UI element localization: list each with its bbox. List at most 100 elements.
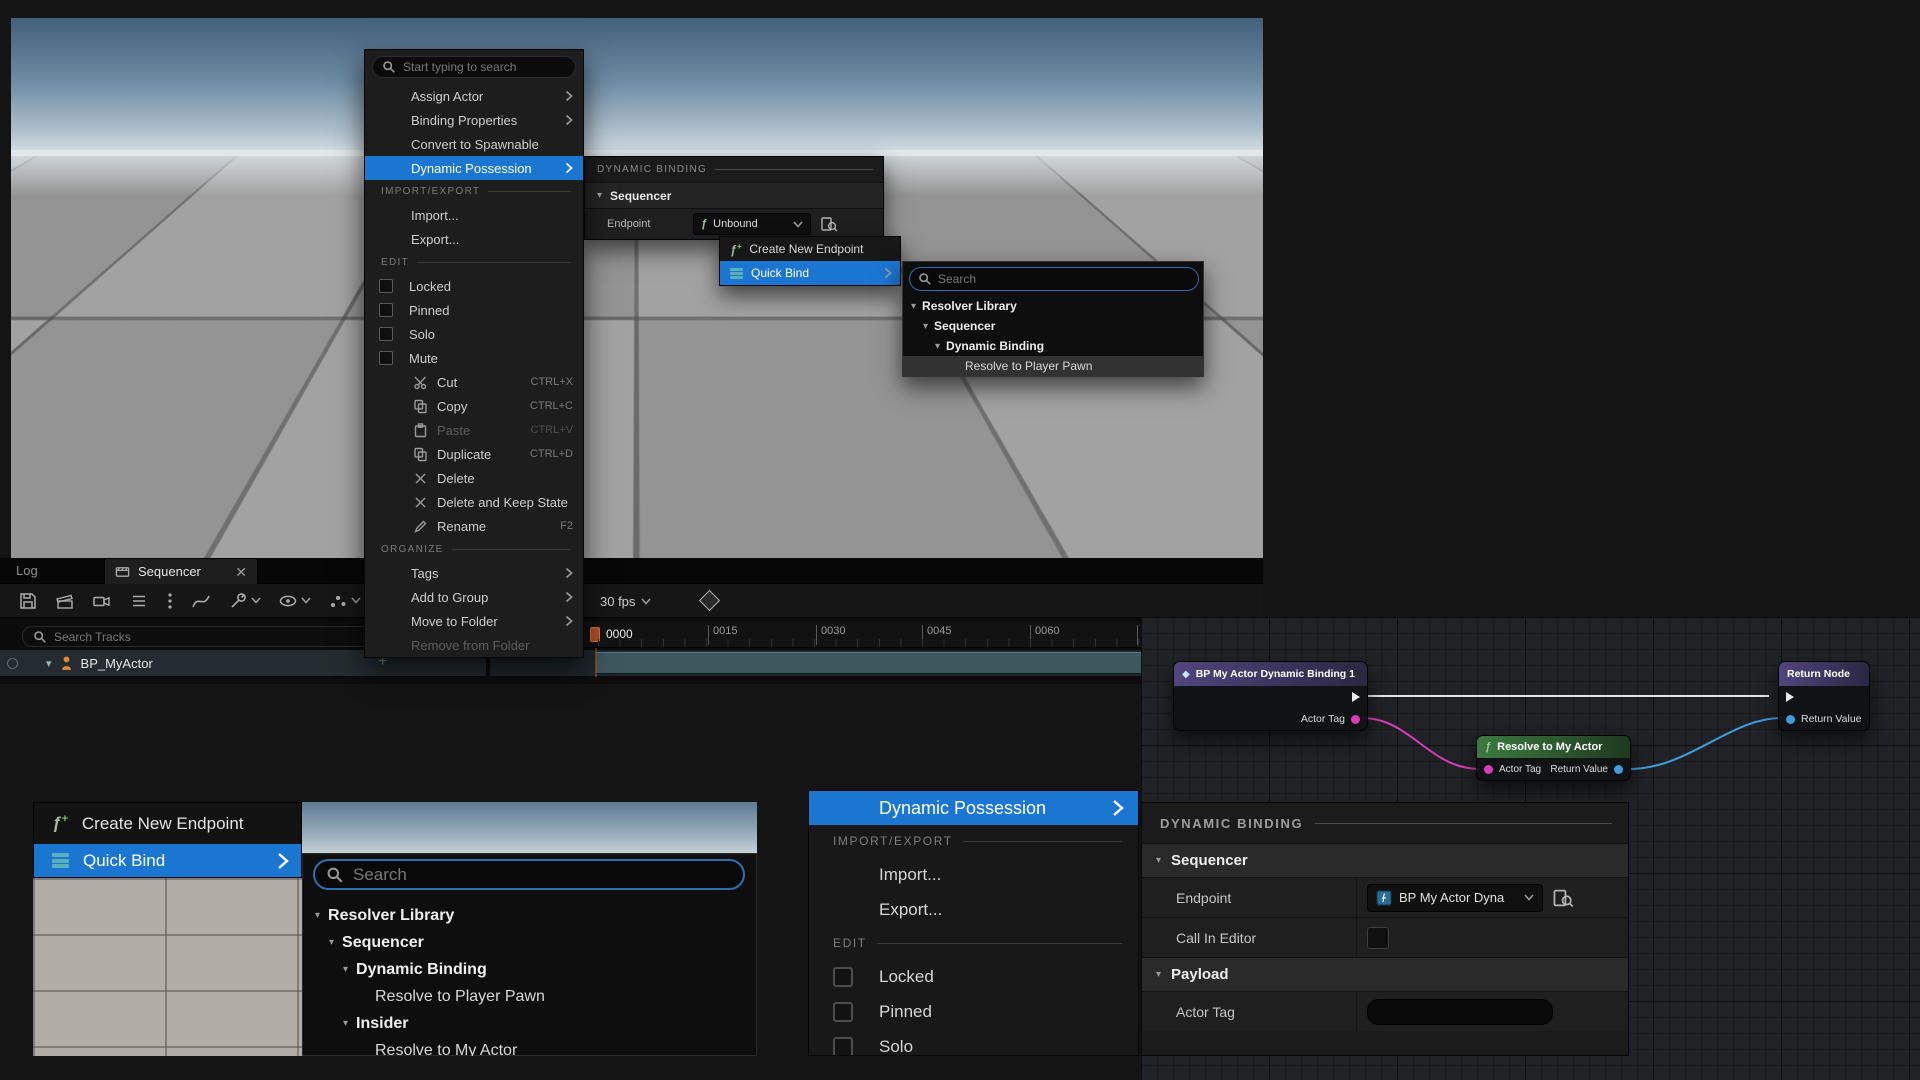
playhead-marker[interactable] bbox=[590, 627, 600, 642]
more-options-icon[interactable] bbox=[166, 591, 174, 611]
menu-item-dynamic-possession[interactable]: Dynamic Possession bbox=[809, 791, 1138, 825]
chevron-right-icon bbox=[565, 591, 573, 603]
quick-bind-search-input[interactable] bbox=[353, 865, 732, 885]
close-tab-icon[interactable]: ✕ bbox=[235, 565, 247, 579]
menu-item-rename[interactable]: Rename F2 bbox=[365, 514, 583, 538]
menu-item-solo[interactable]: Solo bbox=[809, 1029, 1138, 1056]
tree-item-dynamic-binding[interactable]: ▾ Dynamic Binding bbox=[303, 956, 756, 983]
menu-item-assign-actor[interactable]: Assign Actor bbox=[365, 84, 583, 108]
camera-icon[interactable] bbox=[92, 591, 112, 611]
call-in-editor-checkbox[interactable] bbox=[1367, 927, 1389, 949]
triangle-down-icon[interactable]: ▾ bbox=[923, 321, 928, 332]
checkbox[interactable] bbox=[379, 327, 393, 341]
timeline-ruler[interactable]: 0015 0030 0045 0060 00 0000 bbox=[490, 622, 1141, 648]
menu-item-mute[interactable]: Mute bbox=[365, 346, 583, 370]
tree-item-resolver-library[interactable]: ▾ Resolver Library bbox=[303, 902, 756, 929]
return-value-out-pin[interactable] bbox=[1614, 765, 1623, 774]
endpoint-dropdown[interactable]: ƒ Unbound bbox=[693, 213, 811, 235]
menu-item-dynamic-possession[interactable]: Dynamic Possession bbox=[365, 156, 583, 180]
resolve-function-node[interactable]: ƒ Resolve to My Actor Actor Tag Return V… bbox=[1476, 735, 1631, 781]
menu-item-label: Tags bbox=[411, 566, 438, 581]
checkbox[interactable] bbox=[833, 1037, 853, 1057]
actor-tag-input[interactable] bbox=[1367, 999, 1553, 1025]
menu-item-export[interactable]: Export... bbox=[365, 227, 583, 251]
menu-search-input[interactable] bbox=[403, 60, 566, 74]
track-state-icon[interactable] bbox=[7, 658, 18, 669]
triangle-down-icon[interactable]: ▾ bbox=[935, 341, 940, 352]
curve-editor-icon[interactable] bbox=[191, 591, 211, 611]
menu-item-delete-and-keep-state[interactable]: Delete and Keep State bbox=[365, 490, 583, 514]
menu-item-pinned[interactable]: Pinned bbox=[809, 994, 1138, 1029]
menu-item-add-to-group[interactable]: Add to Group bbox=[365, 585, 583, 609]
menu-search-box[interactable] bbox=[372, 56, 576, 78]
category-sequencer[interactable]: ▾ Sequencer bbox=[1142, 843, 1628, 877]
menu-item-convert-to-spawnable[interactable]: Convert to Spawnable bbox=[365, 132, 583, 156]
checkbox[interactable] bbox=[833, 1002, 853, 1022]
checkbox[interactable] bbox=[379, 351, 393, 365]
menu-item-locked[interactable]: Locked bbox=[809, 959, 1138, 994]
triangle-down-icon[interactable]: ▾ bbox=[343, 964, 348, 975]
tree-item-resolver-library[interactable]: ▾ Resolver Library bbox=[903, 296, 1203, 316]
track-section-bar[interactable] bbox=[596, 652, 1141, 674]
track-expander-icon[interactable]: ▾ bbox=[46, 657, 52, 670]
details-list-icon[interactable] bbox=[129, 591, 149, 611]
checkbox[interactable] bbox=[379, 303, 393, 317]
menu-item-move-to-folder[interactable]: Move to Folder bbox=[365, 609, 583, 633]
triangle-down-icon[interactable]: ▾ bbox=[329, 937, 334, 948]
browse-to-asset-icon[interactable] bbox=[820, 215, 838, 233]
triangle-down-icon[interactable]: ▾ bbox=[911, 301, 916, 312]
actor-tag-in-pin[interactable] bbox=[1484, 765, 1493, 774]
triangle-down-icon[interactable]: ▾ bbox=[343, 1018, 348, 1029]
fps-dropdown[interactable]: 30 fps bbox=[600, 584, 651, 618]
menu-item-quick-bind[interactable]: Quick Bind bbox=[34, 844, 301, 877]
quick-bind-search-input[interactable] bbox=[938, 272, 1190, 286]
category-sequencer[interactable]: ▾ Sequencer bbox=[585, 182, 883, 208]
exec-in-pin[interactable] bbox=[1786, 692, 1794, 702]
actions-dropdown[interactable] bbox=[228, 591, 261, 611]
menu-item-binding-properties[interactable]: Binding Properties bbox=[365, 108, 583, 132]
save-icon[interactable] bbox=[18, 591, 38, 611]
actor-tag-pin[interactable] bbox=[1351, 715, 1360, 724]
menu-item-label: Pinned bbox=[409, 303, 449, 318]
quick-bind-search-box[interactable] bbox=[313, 859, 745, 890]
endpoint-dropdown[interactable]: BP My Actor Dyna bbox=[1367, 884, 1543, 912]
menu-item-export[interactable]: Export... bbox=[809, 892, 1138, 927]
checkbox[interactable] bbox=[833, 967, 853, 987]
tab-sequencer[interactable]: Sequencer ✕ bbox=[104, 558, 258, 584]
menu-item-cut[interactable]: Cut CTRL+X bbox=[365, 370, 583, 394]
keyframe-icon[interactable] bbox=[699, 590, 720, 611]
render-movie-icon[interactable] bbox=[55, 591, 75, 611]
quick-bind-search-box[interactable] bbox=[909, 267, 1199, 291]
menu-item-import[interactable]: Import... bbox=[809, 857, 1138, 892]
track-lane[interactable] bbox=[490, 650, 1141, 677]
tree-item-insider[interactable]: ▾ Insider bbox=[303, 1010, 756, 1037]
view-options-dropdown[interactable] bbox=[278, 591, 311, 611]
menu-item-solo[interactable]: Solo bbox=[365, 322, 583, 346]
tree-item-resolve-to-player-pawn[interactable]: Resolve to Player Pawn bbox=[903, 356, 1203, 376]
checkbox[interactable] bbox=[379, 279, 393, 293]
tree-item-sequencer[interactable]: ▾ Sequencer bbox=[903, 316, 1203, 336]
menu-item-tags[interactable]: Tags bbox=[365, 561, 583, 585]
entry-node[interactable]: ◆ BP My Actor Dynamic Binding 1 Actor Ta… bbox=[1173, 661, 1368, 731]
tab-log[interactable]: Log bbox=[16, 563, 38, 578]
tree-item-resolve-to-player-pawn[interactable]: Resolve to Player Pawn bbox=[303, 983, 756, 1010]
menu-item-copy[interactable]: Copy CTRL+C bbox=[365, 394, 583, 418]
tree-item-dynamic-binding[interactable]: ▾ Dynamic Binding bbox=[903, 336, 1203, 356]
triangle-down-icon[interactable]: ▾ bbox=[315, 910, 320, 921]
return-value-pin[interactable] bbox=[1786, 715, 1795, 724]
menu-item-create-new-endpoint[interactable]: ƒ+ Create New Endpoint bbox=[720, 237, 900, 261]
menu-item-duplicate[interactable]: Duplicate CTRL+D bbox=[365, 442, 583, 466]
tree-item-resolve-to-my-actor[interactable]: Resolve to My Actor bbox=[303, 1037, 756, 1056]
menu-item-import[interactable]: Import... bbox=[365, 203, 583, 227]
return-node[interactable]: Return Node Return Value bbox=[1778, 661, 1870, 731]
playback-options-dropdown[interactable] bbox=[328, 591, 361, 611]
menu-item-quick-bind[interactable]: Quick Bind bbox=[720, 261, 900, 285]
category-payload[interactable]: ▾ Payload bbox=[1142, 957, 1628, 991]
menu-item-pinned[interactable]: Pinned bbox=[365, 298, 583, 322]
menu-item-create-new-endpoint[interactable]: ƒ+ Create New Endpoint bbox=[34, 803, 301, 844]
exec-out-pin[interactable] bbox=[1352, 692, 1360, 702]
menu-item-locked[interactable]: Locked bbox=[365, 274, 583, 298]
tree-item-sequencer[interactable]: ▾ Sequencer bbox=[303, 929, 756, 956]
menu-item-delete[interactable]: Delete bbox=[365, 466, 583, 490]
browse-to-asset-icon[interactable] bbox=[1552, 887, 1574, 909]
